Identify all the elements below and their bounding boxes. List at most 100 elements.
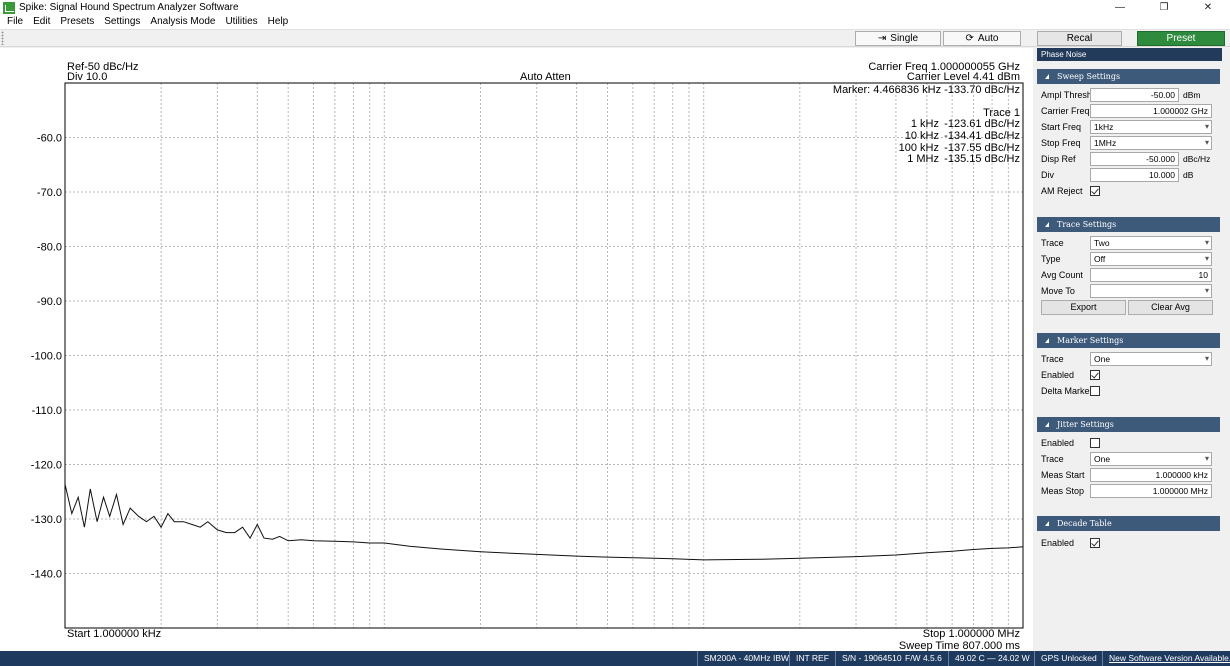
y-tick-label: -70.0	[37, 187, 62, 199]
meas-stop-label: Meas Stop	[1041, 486, 1085, 496]
trace-line	[64, 483, 1024, 561]
minimize-button[interactable]: —	[1098, 0, 1142, 15]
menu-utilities[interactable]: Utilities	[220, 15, 262, 29]
move-to-label: Move To	[1041, 286, 1075, 296]
single-arrow-icon: ⇥	[877, 33, 887, 44]
phase-noise-tab[interactable]: Phase Noise	[1037, 48, 1222, 61]
reference-status: INT REF	[789, 651, 829, 666]
menu-edit[interactable]: Edit	[28, 15, 55, 29]
sweep-settings-header[interactable]: Sweep Settings	[1037, 69, 1220, 84]
app-logo-icon	[3, 1, 15, 14]
delta-marker-checkbox[interactable]	[1090, 386, 1100, 396]
delta-marker-label: Delta Marker	[1041, 386, 1093, 396]
marker-enabled-checkbox[interactable]	[1090, 370, 1100, 380]
close-button[interactable]: ✕	[1186, 0, 1230, 15]
trace-select[interactable]: Two	[1090, 236, 1212, 250]
meas-start-input[interactable]: 1.000000 kHz	[1090, 468, 1212, 482]
preset-button[interactable]: Preset	[1137, 31, 1225, 46]
carrier-level-label: Carrier Level 4.41 dBm	[906, 71, 1020, 83]
phase-noise-chart[interactable]: -60.0 -70.0 -80.0 -90.0 -100.0 -110.0 -120.0 -1…	[0, 48, 1033, 651]
div-unit: dB	[1183, 170, 1194, 180]
menu-help[interactable]: Help	[263, 15, 294, 29]
marker-readout: Marker: 4.466836 kHz -133.70 dBc/Hz	[832, 84, 1020, 96]
single-sweep-button[interactable]: ⇥ Single	[855, 31, 941, 46]
jitter-trace-select[interactable]: One	[1090, 452, 1212, 466]
y-tick-label: -120.0	[31, 460, 62, 472]
disp-ref-unit: dBc/Hz	[1183, 154, 1211, 164]
start-freq-label: Start Freq	[1041, 122, 1082, 132]
decade-freq: 10 kHz	[904, 130, 939, 142]
decade-value: -135.15 dBc/Hz	[944, 153, 1020, 165]
menu-presets[interactable]: Presets	[55, 15, 99, 29]
status-bar: SM200A - 40MHz IBW INT REF S/N - 1906451…	[0, 651, 1230, 666]
marker-trace-select[interactable]: One	[1090, 352, 1212, 366]
carrier-freq-input[interactable]: 1.000002 GHz	[1090, 104, 1212, 118]
auto-atten-label: Auto Atten	[520, 71, 571, 83]
jitter-settings-header[interactable]: Jitter Settings	[1037, 417, 1220, 432]
menu-analysis-mode[interactable]: Analysis Mode	[145, 15, 220, 29]
window-title: Spike: Signal Hound Spectrum Analyzer So…	[19, 2, 239, 13]
gps-status: GPS Unlocked	[1034, 651, 1097, 666]
panel-scrollbar[interactable]	[1222, 48, 1230, 651]
carrier-freq-label: Carrier Freq	[1041, 106, 1090, 116]
type-label: Type	[1041, 254, 1061, 264]
y-tick-label: -130.0	[31, 514, 62, 526]
serial-number: S/N - 19064510	[835, 651, 902, 666]
export-button[interactable]: Export	[1041, 300, 1126, 315]
stop-freq-label: Stop 1.000000 MHz	[922, 628, 1020, 640]
menu-bar: File Edit Presets Settings Analysis Mode…	[0, 15, 1230, 29]
start-freq-label: Start 1.000000 kHz	[67, 628, 162, 640]
menu-settings[interactable]: Settings	[99, 15, 145, 29]
y-tick-label: -100.0	[31, 351, 62, 363]
div-label: Div	[1041, 170, 1054, 180]
disp-ref-input[interactable]: -50.000	[1090, 152, 1179, 166]
meas-stop-input[interactable]: 1.000000 MHz	[1090, 484, 1212, 498]
y-tick-label: -80.0	[37, 242, 62, 254]
jitter-enabled-checkbox[interactable]	[1090, 438, 1100, 448]
y-tick-label: -60.0	[37, 133, 62, 145]
start-freq-select[interactable]: 1kHz	[1090, 120, 1212, 134]
clear-avg-button[interactable]: Clear Avg	[1128, 300, 1213, 315]
div-input[interactable]: 10.000	[1090, 168, 1179, 182]
ampl-thresh-input[interactable]: -50.00	[1090, 88, 1179, 102]
decade-freq: 1 kHz	[910, 118, 939, 130]
settings-panel: Phase Noise Sweep Settings Ampl Thresh -…	[1037, 48, 1222, 651]
toolbar: ⇥ Single ⟳ Auto Recal Preset	[0, 29, 1230, 47]
software-update-link[interactable]: New Software Version Available.	[1102, 651, 1230, 666]
auto-sweep-label: Auto	[977, 33, 999, 44]
restore-button[interactable]: ❐	[1142, 0, 1186, 15]
meas-start-label: Meas Start	[1041, 470, 1085, 480]
marker-enabled-label: Enabled	[1041, 370, 1075, 380]
marker-trace-label: Trace	[1041, 354, 1064, 364]
avg-count-input[interactable]: 10	[1090, 268, 1212, 282]
decade-enabled-label: Enabled	[1041, 538, 1075, 548]
title-bar: Spike: Signal Hound Spectrum Analyzer So…	[0, 0, 1230, 15]
avg-count-label: Avg Count	[1041, 270, 1083, 280]
firmware-version: F/W 4.5.6	[905, 653, 942, 663]
toolbar-grip-icon[interactable]	[1, 31, 4, 45]
move-to-select[interactable]	[1090, 284, 1212, 298]
stop-freq-label: Stop Freq	[1041, 138, 1081, 148]
disp-ref-label: Disp Ref	[1041, 154, 1076, 164]
decade-freq: 1 MHz	[907, 153, 939, 165]
temperature-power: 49.02 C — 24.02 W	[948, 651, 1030, 666]
plot-frame	[64, 82, 1024, 629]
ampl-thresh-unit: dBm	[1183, 90, 1201, 100]
am-reject-label: AM Reject	[1041, 186, 1083, 196]
menu-file[interactable]: File	[2, 15, 28, 29]
auto-sweep-button[interactable]: ⟳ Auto	[943, 31, 1021, 46]
ampl-thresh-label: Ampl Thresh	[1041, 90, 1092, 100]
type-select[interactable]: Off	[1090, 252, 1212, 266]
stop-freq-select[interactable]: 1MHz	[1090, 136, 1212, 150]
trace-settings-header[interactable]: Trace Settings	[1037, 217, 1220, 232]
am-reject-checkbox[interactable]	[1090, 186, 1100, 196]
decade-table-header[interactable]: Decade Table	[1037, 516, 1220, 531]
decade-enabled-checkbox[interactable]	[1090, 538, 1100, 548]
marker-settings-header[interactable]: Marker Settings	[1037, 333, 1220, 348]
div-label: Div 10.0	[67, 71, 108, 83]
recal-button[interactable]: Recal	[1037, 31, 1122, 46]
device-status: SM200A - 40MHz IBW	[697, 651, 789, 666]
spectrum-plot[interactable]: -60.0 -70.0 -80.0 -90.0 -100.0 -110.0 -120.0 -1…	[0, 48, 1033, 652]
window-controls: — ❐ ✕	[1098, 0, 1230, 15]
jitter-trace-label: Trace	[1041, 454, 1064, 464]
